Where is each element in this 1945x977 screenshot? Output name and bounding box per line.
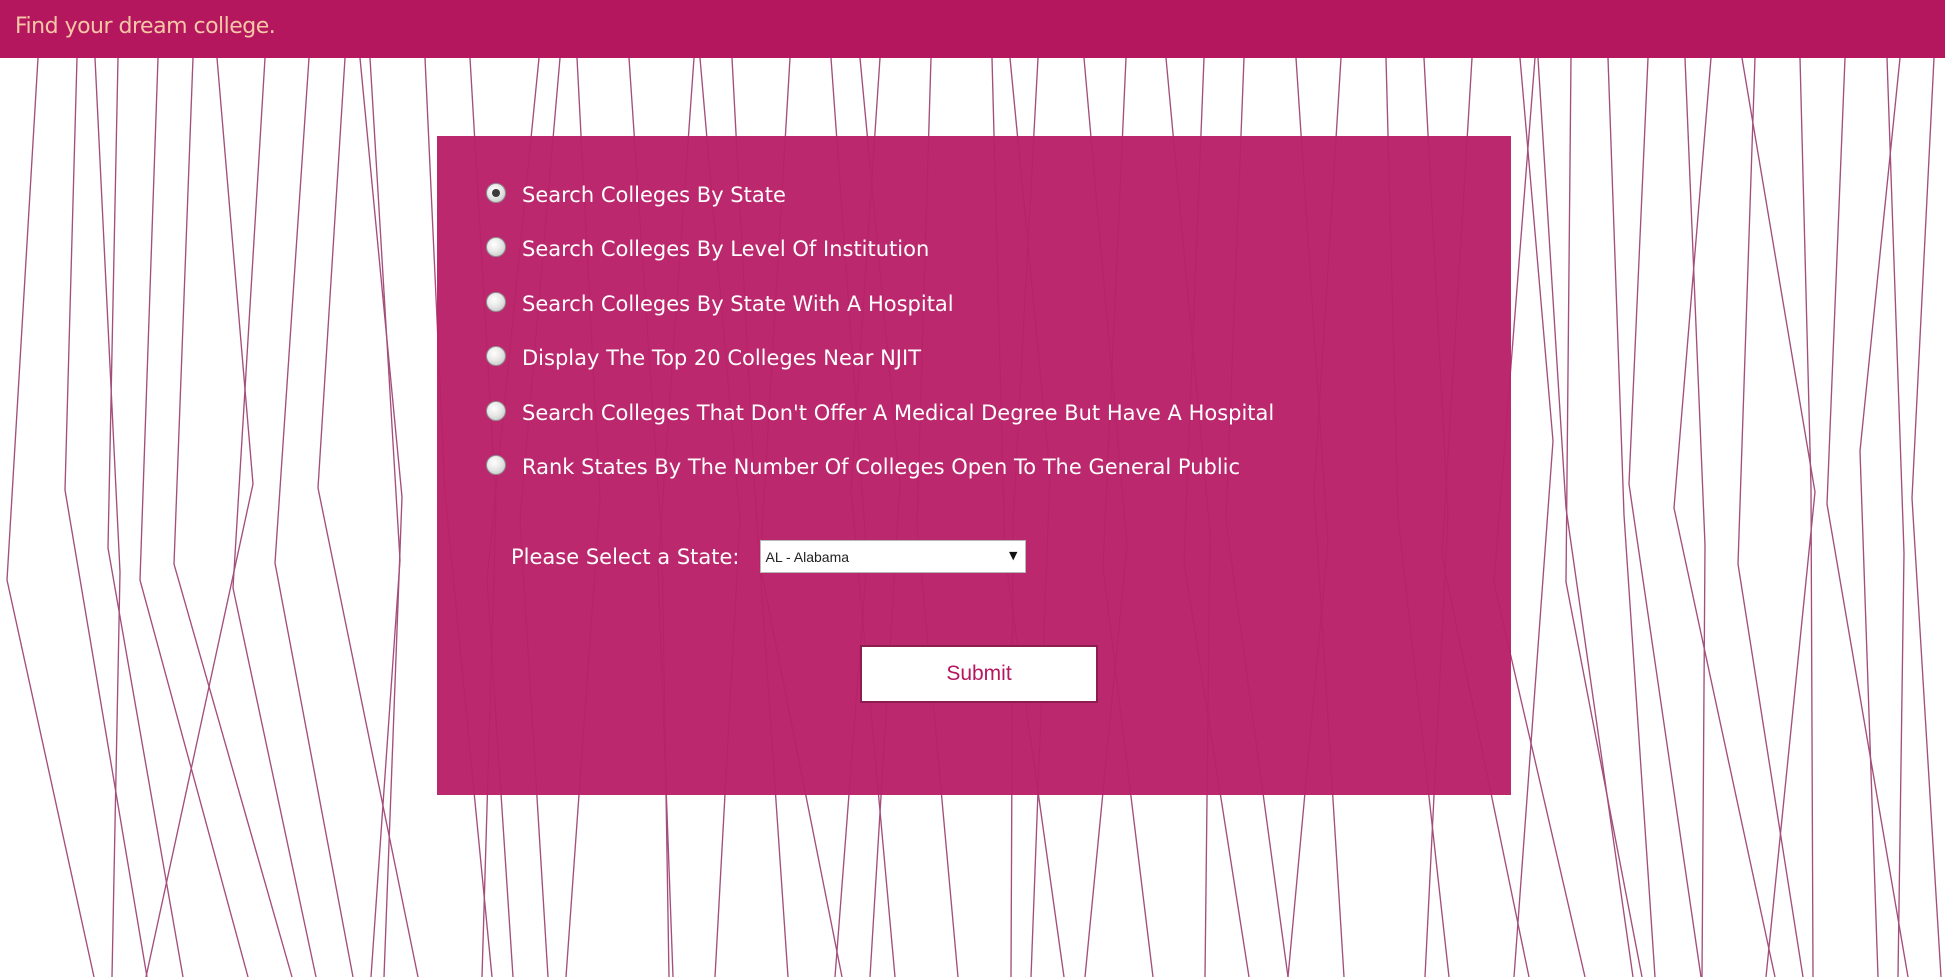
option-label[interactable]: Display The Top 20 Colleges Near NJIT bbox=[522, 346, 921, 370]
site-title[interactable]: Find your dream college. bbox=[15, 14, 276, 39]
option-label[interactable]: Search Colleges That Don't Offer A Medic… bbox=[522, 401, 1274, 425]
submit-button[interactable]: Submit bbox=[860, 645, 1098, 703]
page: Find your dream college. Search Colleges… bbox=[0, 0, 1945, 977]
option-top-20-near-njit[interactable]: Display The Top 20 Colleges Near NJIT bbox=[486, 346, 1486, 400]
option-label[interactable]: Rank States By The Number Of Colleges Op… bbox=[522, 455, 1240, 479]
option-label[interactable]: Search Colleges By State With A Hospital bbox=[522, 292, 954, 316]
radio-button[interactable] bbox=[486, 400, 506, 421]
radio-button[interactable] bbox=[486, 454, 506, 475]
state-dropdown[interactable]: AL - Alabama ▼ bbox=[759, 540, 1026, 573]
option-search-state-with-hospital[interactable]: Search Colleges By State With A Hospital bbox=[486, 291, 1486, 346]
radio-button-selected[interactable] bbox=[486, 183, 506, 203]
option-search-by-level[interactable]: Search Colleges By Level Of Institution bbox=[486, 237, 1486, 291]
state-select-row: Please Select a State: AL - Alabama ▼ bbox=[511, 540, 1026, 573]
search-panel: Search Colleges By State Search Colleges… bbox=[437, 136, 1511, 795]
option-rank-states-public-colleges[interactable]: Rank States By The Number Of Colleges Op… bbox=[486, 454, 1486, 509]
state-select-label: Please Select a State: bbox=[511, 544, 740, 569]
top-navbar: Find your dream college. bbox=[0, 0, 1945, 58]
radio-button[interactable] bbox=[486, 291, 506, 312]
state-dropdown-value: AL - Alabama bbox=[765, 548, 850, 565]
radio-button[interactable] bbox=[486, 237, 506, 258]
dropdown-arrow-icon: ▼ bbox=[1009, 549, 1018, 562]
option-search-by-state[interactable]: Search Colleges By State bbox=[486, 183, 1486, 237]
radio-button[interactable] bbox=[486, 346, 506, 367]
option-no-medical-degree-with-hospital[interactable]: Search Colleges That Don't Offer A Medic… bbox=[486, 400, 1486, 455]
search-options-group: Search Colleges By State Search Colleges… bbox=[486, 183, 1486, 509]
submit-button-label: Submit bbox=[946, 662, 1012, 685]
option-label[interactable]: Search Colleges By State bbox=[522, 183, 786, 207]
option-label[interactable]: Search Colleges By Level Of Institution bbox=[522, 237, 929, 261]
